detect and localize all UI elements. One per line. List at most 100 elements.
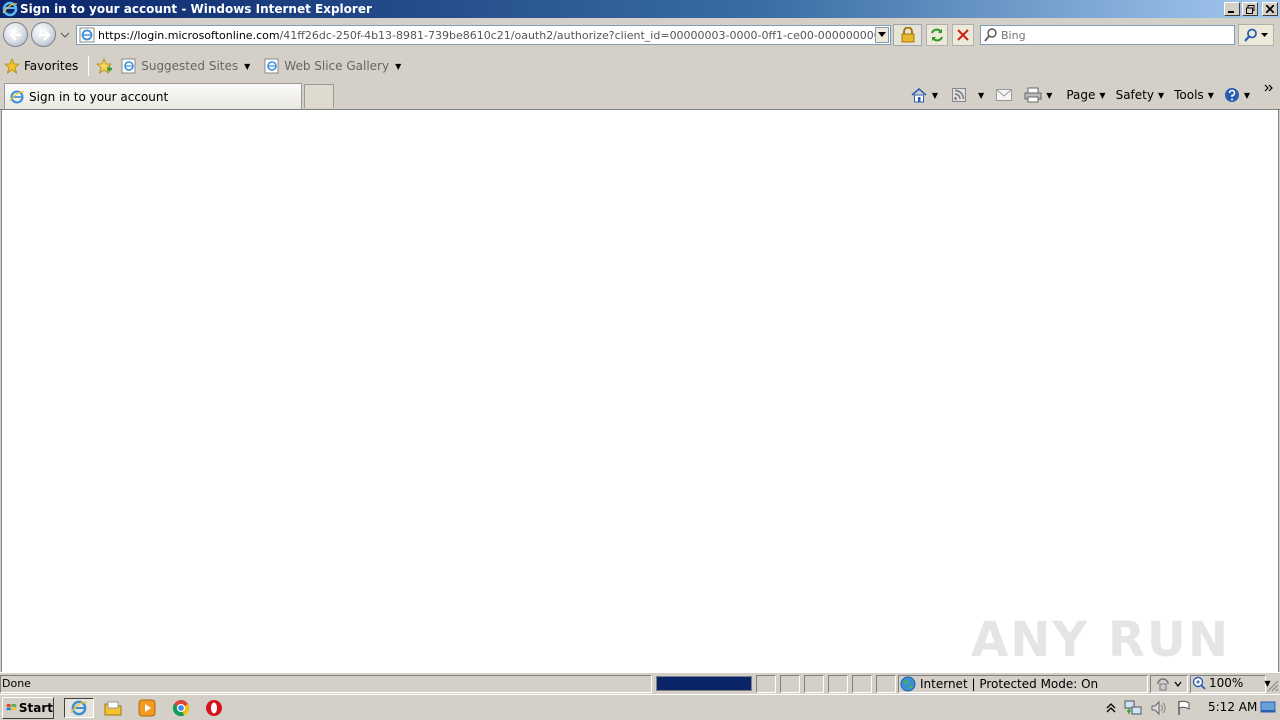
- chevron-down-icon: ▼: [1243, 90, 1250, 100]
- watermark-text: ANY RUN: [971, 612, 1230, 668]
- security-zone[interactable]: Internet | Protected Mode: On: [900, 676, 1098, 692]
- add-to-favorites-bar-icon[interactable]: [95, 57, 113, 75]
- chevron-down-icon: ▼: [1099, 90, 1106, 100]
- recent-pages-dropdown-icon[interactable]: [60, 30, 70, 40]
- chevron-down-icon: ▼: [1046, 90, 1053, 100]
- globe-icon: [900, 676, 916, 692]
- popup-blocker-icon[interactable]: [1156, 677, 1182, 691]
- show-hidden-icons-icon[interactable]: [1106, 702, 1116, 714]
- ie-page-icon: [121, 58, 136, 74]
- tools-menu[interactable]: Tools ▼: [1174, 88, 1214, 102]
- page-menu-label: Page: [1066, 88, 1096, 102]
- clock[interactable]: 5:12 AM: [1208, 700, 1257, 714]
- star-icon: [4, 58, 20, 74]
- chevron-down-icon: ▼: [931, 90, 939, 100]
- taskbar-opera-button[interactable]: [199, 698, 229, 718]
- restore-button[interactable]: [1242, 2, 1258, 16]
- print-button[interactable]: ▼: [1024, 87, 1052, 103]
- new-tab-button[interactable]: [304, 84, 334, 108]
- address-url[interactable]: https://login.microsoftonline.com/41ff26…: [98, 29, 875, 42]
- volume-icon[interactable]: [1150, 700, 1168, 716]
- show-desktop-icon[interactable]: [1260, 699, 1276, 715]
- status-bar: Done Internet | Protected Mode: On 100% …: [0, 672, 1280, 694]
- address-bar[interactable]: https://login.microsoftonline.com/41ff26…: [76, 25, 891, 45]
- network-icon[interactable]: [1124, 700, 1142, 716]
- restore-icon: [1245, 4, 1254, 14]
- favorites-label: Favorites: [24, 59, 79, 73]
- search-box[interactable]: [980, 25, 1235, 45]
- taskbar-explorer-button[interactable]: [98, 698, 128, 718]
- feeds-button[interactable]: ▼: [952, 88, 984, 102]
- zoom-level: 100%: [1209, 676, 1244, 690]
- status-panel: [828, 675, 848, 693]
- url-prefix: https://login.: [98, 28, 168, 42]
- close-window-button[interactable]: [1262, 2, 1278, 16]
- ie-page-icon: [9, 90, 25, 103]
- safety-menu[interactable]: Safety ▼: [1116, 88, 1165, 102]
- security-report-button[interactable]: [893, 24, 922, 46]
- url-path: /41ff26dc-250f-4b13-8981-739be8610c21/oa…: [279, 28, 875, 42]
- back-arrow-icon: [8, 28, 21, 41]
- command-bar: ▼ ▼ ▼ Page ▼ Safety ▼ Tools ▼ ▼: [910, 84, 1274, 105]
- mail-icon: [996, 89, 1013, 101]
- stop-button[interactable]: [952, 24, 974, 46]
- start-button[interactable]: Start: [2, 697, 54, 719]
- page-icon: [79, 27, 95, 43]
- stop-icon: [957, 29, 969, 41]
- chevron-down-icon: [1261, 32, 1268, 37]
- search-provider-icon: [984, 28, 997, 42]
- status-panel: [876, 675, 896, 693]
- resize-grip-icon[interactable]: [1267, 680, 1279, 692]
- status-panel: [852, 675, 872, 693]
- favlink-label: Web Slice Gallery: [284, 59, 390, 73]
- forward-button[interactable]: [31, 22, 56, 47]
- minimize-button[interactable]: [1224, 2, 1240, 16]
- back-button[interactable]: [3, 22, 28, 47]
- zoom-control[interactable]: 100% ▼: [1192, 676, 1270, 690]
- action-center-flag-icon[interactable]: [1176, 700, 1192, 716]
- search-button[interactable]: [1238, 24, 1274, 46]
- favorites-button[interactable]: Favorites: [4, 58, 78, 74]
- security-zone-label: Internet | Protected Mode: On: [920, 677, 1099, 691]
- taskbar-media-player-button[interactable]: [132, 698, 162, 718]
- favlink-label: Suggested Sites: [141, 59, 239, 73]
- refresh-button[interactable]: [926, 24, 948, 46]
- ie-logo-icon: [2, 1, 18, 17]
- progress-fill: [657, 677, 751, 690]
- tab-sign-in[interactable]: Sign in to your account: [4, 83, 302, 109]
- favlink-suggested-sites[interactable]: Suggested Sites ▼: [121, 58, 250, 74]
- chevron-more-icon[interactable]: [1264, 84, 1274, 96]
- lock-icon: [901, 27, 914, 43]
- favorites-bar: Favorites Suggested Sites ▼ Web Slice Ga…: [0, 52, 1280, 80]
- start-label: Start: [18, 701, 53, 715]
- windows-logo-icon: [6, 703, 17, 711]
- search-input[interactable]: [1001, 28, 1221, 42]
- home-icon: [911, 87, 927, 103]
- rss-feed-icon: [952, 88, 967, 102]
- title-bar: Sign in to your account - Windows Intern…: [0, 0, 1280, 18]
- address-toolbar: https://login.microsoftonline.com/41ff26…: [0, 18, 1280, 52]
- read-mail-button[interactable]: [996, 89, 1013, 101]
- chrome-icon: [172, 700, 190, 717]
- chevron-down-icon: ▼: [978, 90, 985, 100]
- status-panel: [756, 675, 776, 693]
- help-menu[interactable]: ▼: [1224, 87, 1250, 103]
- chevron-down-icon: ▼: [1207, 90, 1214, 100]
- watermark: ANY RUN: [971, 612, 1230, 668]
- taskbar-ie-button[interactable]: [64, 698, 94, 718]
- status-panel: [804, 675, 824, 693]
- favlink-web-slice-gallery[interactable]: Web Slice Gallery ▼: [264, 58, 401, 74]
- url-domain: microsoftonline.com: [167, 28, 280, 42]
- chevron-down-icon: ▼: [244, 61, 251, 71]
- home-button[interactable]: ▼: [910, 87, 938, 103]
- address-dropdown-button[interactable]: [875, 27, 889, 43]
- page-menu[interactable]: Page ▼: [1066, 88, 1105, 102]
- folder-icon: [104, 701, 122, 716]
- help-icon: [1224, 88, 1239, 102]
- ie-logo-icon: [70, 700, 87, 716]
- status-panel: [0, 675, 652, 693]
- forward-arrow-icon: [38, 28, 51, 41]
- taskbar-chrome-button[interactable]: [166, 698, 196, 718]
- opera-icon: [206, 700, 222, 716]
- tab-label: Sign in to your account: [29, 89, 169, 104]
